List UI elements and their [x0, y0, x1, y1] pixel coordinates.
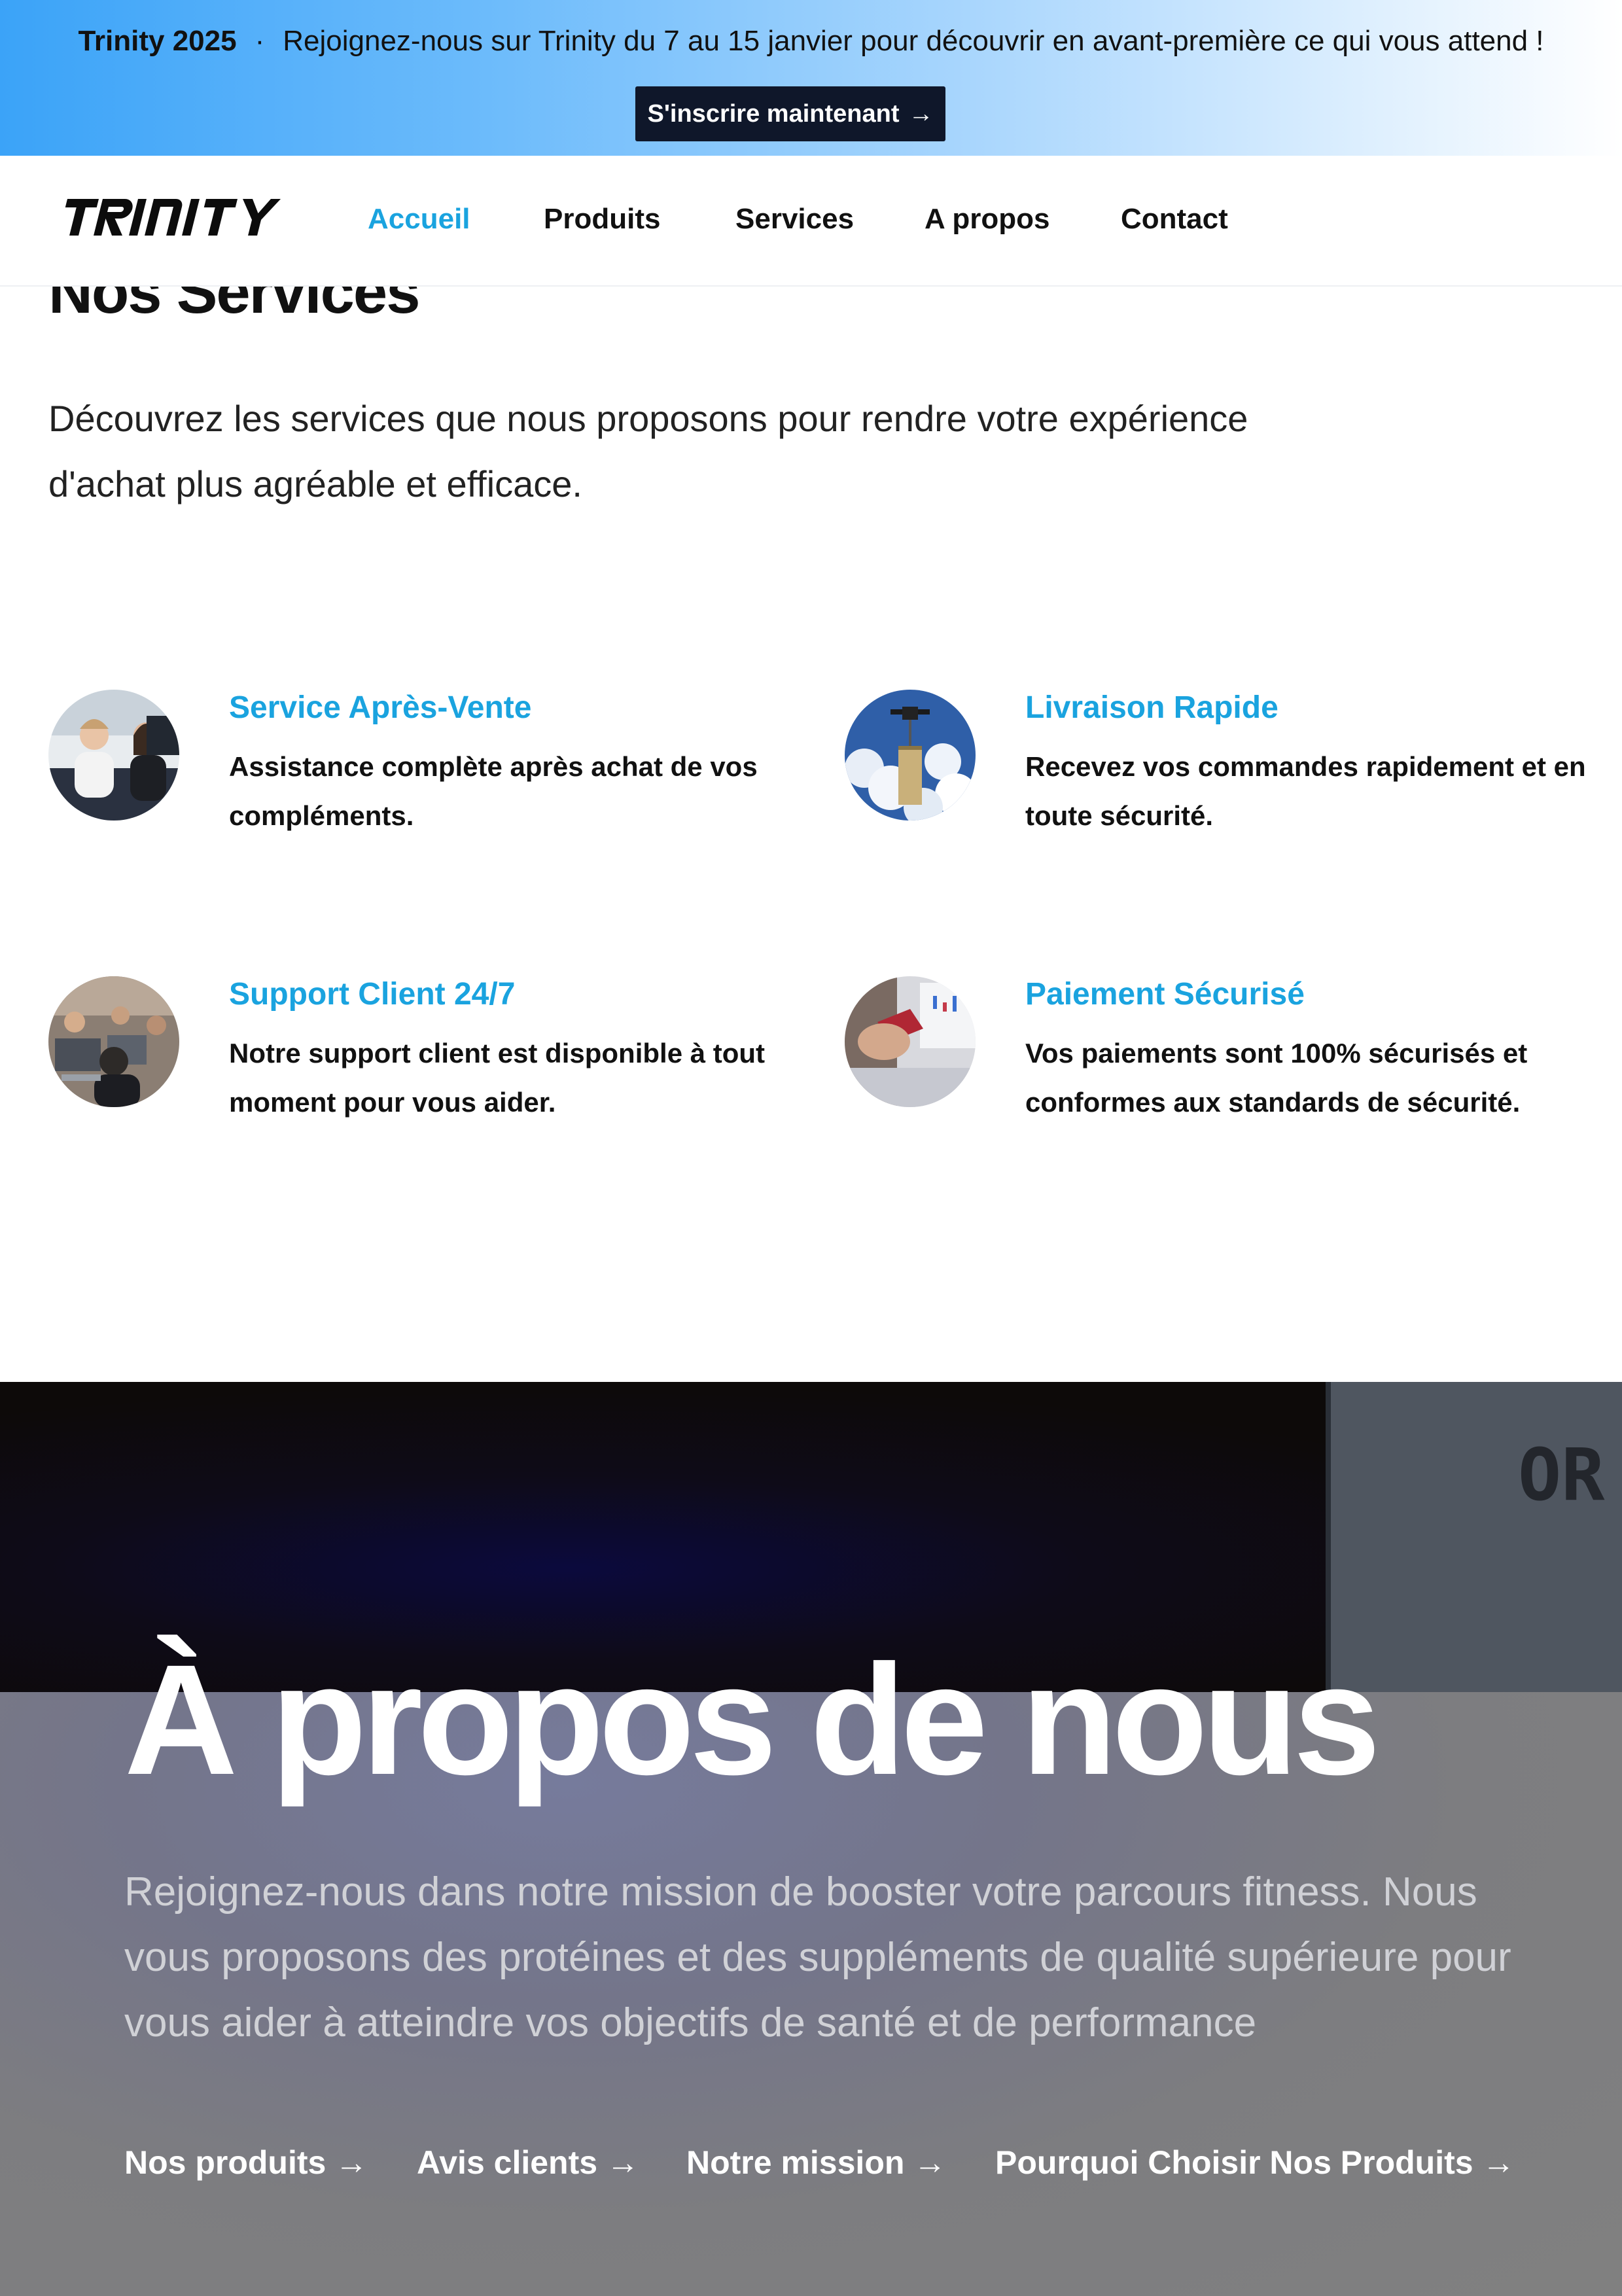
office-team-laptops-photo: [48, 976, 179, 1107]
service-description: Recevez vos commandes rapidement et en t…: [1025, 751, 1586, 831]
announcement-banner: Trinity 2025 · Rejoignez-nous sur Trinity …: [0, 0, 1622, 156]
link-label: Notre mission: [686, 2144, 905, 2181]
service-title: Paiement Sécurisé: [1025, 977, 1305, 1012]
main-navigation: Accueil Produits Services A propos Conta…: [0, 156, 1622, 287]
service-card-apres-vente: Service Après-Vente Assistance complète …: [48, 690, 834, 834]
link-nos-produits[interactable]: Nos produits →: [124, 2144, 368, 2181]
arrow-right-icon: →: [606, 2144, 639, 2181]
service-card-paiement: Paiement Sécurisé Vos paiements sont 100…: [845, 976, 1622, 1120]
service-description: Vos paiements sont 100% sécurisés et con…: [1025, 1038, 1528, 1118]
card-payment-photo: [845, 976, 976, 1107]
banner-separator: ·: [255, 25, 265, 57]
service-card-livraison: Livraison Rapide Recevez vos commandes r…: [845, 690, 1622, 834]
nav-item-contact[interactable]: Contact: [1121, 203, 1228, 236]
arrow-right-icon: →: [913, 2144, 947, 2181]
link-notre-mission[interactable]: Notre mission →: [686, 2144, 946, 2181]
service-title: Support Client 24/7: [229, 977, 516, 1012]
about-title: À propos de nous: [124, 1632, 1381, 1807]
link-avis-clients[interactable]: Avis clients →: [417, 2144, 639, 2181]
link-label: Nos produits: [124, 2144, 326, 2181]
services-intro: Découvrez les services que nous proposon…: [48, 398, 1248, 504]
service-card-support: Support Client 24/7 Notre support client…: [48, 976, 834, 1120]
sign-lettering: OR: [1518, 1433, 1605, 1517]
service-description: Notre support client est disponible à to…: [229, 1038, 766, 1118]
service-title: Livraison Rapide: [1025, 690, 1278, 725]
banner-message: Rejoignez-nous sur Trinity du 7 au 15 ja…: [283, 25, 1544, 57]
arrow-right-icon: →: [335, 2144, 368, 2181]
about-text: Rejoignez-nous dans notre mission de boo…: [124, 1869, 1511, 2045]
banner-event-name: Trinity 2025: [78, 25, 237, 57]
trinity-logo[interactable]: [58, 196, 287, 243]
arrow-right-icon: →: [908, 99, 934, 128]
register-now-label: S'inscrire maintenant: [647, 99, 900, 128]
banner-message-line: Trinity 2025 · Rejoignez-nous sur Trinity …: [0, 25, 1622, 58]
delivery-drone-photo: [845, 690, 976, 821]
nav-item-services[interactable]: Services: [735, 203, 854, 236]
service-description: Assistance complète après achat de vos c…: [229, 751, 758, 831]
nav-item-accueil[interactable]: Accueil: [368, 203, 470, 236]
nav-item-a-propos[interactable]: A propos: [925, 203, 1049, 236]
link-label: Pourquoi Choisir Nos Produits: [995, 2144, 1473, 2181]
link-pourquoi-choisir[interactable]: Pourquoi Choisir Nos Produits →: [995, 2144, 1515, 2181]
link-label: Avis clients: [417, 2144, 598, 2181]
register-now-button[interactable]: S'inscrire maintenant →: [635, 86, 945, 141]
nav-item-produits[interactable]: Produits: [544, 203, 660, 236]
arrow-right-icon: →: [1482, 2144, 1515, 2181]
service-title: Service Après-Vente: [229, 690, 532, 725]
trinity-logo-mark: [65, 199, 281, 236]
customer-support-team-photo: [48, 690, 179, 821]
